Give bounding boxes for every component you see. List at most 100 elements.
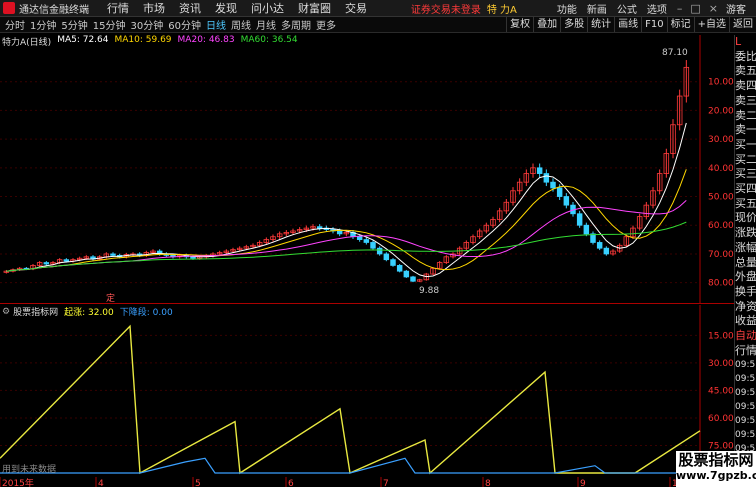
menu-options[interactable]: 选项 bbox=[647, 1, 667, 16]
candle-body bbox=[376, 247, 383, 255]
period-multi[interactable]: 多周期 bbox=[281, 17, 311, 32]
date-label: 9 bbox=[580, 479, 586, 487]
tool-stats[interactable]: 统计 bbox=[587, 17, 614, 32]
indicator-y-tick-label: 30.00 bbox=[708, 359, 734, 369]
main-y-tick-label: 40.00 bbox=[708, 164, 734, 174]
candle-body bbox=[576, 213, 583, 226]
period-30min[interactable]: 30分钟 bbox=[130, 17, 163, 32]
app-title: 通达信金融终端 bbox=[19, 4, 89, 16]
indicator-chart[interactable]: 75.00 60.00 45.00 30.00 15.00 用到未来数据 bbox=[0, 305, 734, 477]
quote-field-label: L bbox=[735, 35, 742, 48]
minimize-button[interactable]: – bbox=[677, 2, 683, 15]
main-y-tick-label: 50.00 bbox=[708, 193, 734, 203]
marker-label: 定 bbox=[106, 292, 115, 303]
indicator-y-tick-label: 15.00 bbox=[708, 331, 734, 341]
quote-field-label: 收益 bbox=[735, 314, 756, 328]
menu-formula[interactable]: 公式 bbox=[617, 1, 637, 16]
trade-time: 09:51 bbox=[735, 360, 756, 371]
close-button[interactable]: × bbox=[709, 2, 718, 15]
menu-market[interactable]: 市场 bbox=[143, 0, 165, 16]
candle-body bbox=[410, 276, 416, 282]
candle-body bbox=[603, 247, 610, 255]
candle-body bbox=[583, 224, 590, 235]
tool-back[interactable]: 返回 bbox=[729, 17, 756, 32]
menu-function[interactable]: 功能 bbox=[557, 1, 577, 16]
maximize-button[interactable]: □ bbox=[690, 2, 700, 15]
menu-wealth[interactable]: 财富圈 bbox=[298, 0, 331, 16]
date-label: 6 bbox=[288, 479, 294, 487]
date-label: 4 bbox=[98, 479, 104, 487]
tool-multi-stock[interactable]: 多股 bbox=[560, 17, 587, 32]
quote-field-label: 涨跌 bbox=[735, 226, 756, 240]
quote-field-label: 卖三 bbox=[735, 93, 756, 107]
quote-field-label: 买三 bbox=[735, 167, 756, 181]
guest-label[interactable]: 游客 bbox=[726, 1, 746, 16]
watermark-title: 股票指标网 bbox=[678, 451, 754, 469]
quote-field-label: 卖五 bbox=[735, 64, 756, 78]
period-intraday[interactable]: 分时 bbox=[5, 17, 25, 32]
trade-time: 09:52 bbox=[735, 416, 756, 427]
top-menu-bar: 通达信金融终端 行情 市场 资讯 发现 问小达 财富圈 交易 证券交易未登录 特… bbox=[0, 0, 756, 17]
candle-body bbox=[316, 226, 323, 229]
app-logo-icon bbox=[3, 2, 15, 14]
quote-field-label: 卖二 bbox=[735, 108, 756, 122]
period-more[interactable]: 更多 bbox=[316, 17, 336, 32]
tool-adjust[interactable]: 复权 bbox=[506, 17, 533, 32]
candle-body bbox=[543, 173, 550, 183]
main-y-tick-label: 10.00 bbox=[708, 78, 734, 88]
candle-body bbox=[550, 181, 556, 189]
tool-mark[interactable]: 标记 bbox=[666, 17, 694, 32]
indicator-y-tick-label: 75.00 bbox=[708, 441, 734, 451]
tool-f10[interactable]: F10 bbox=[641, 17, 666, 32]
quote-field-label: 卖四 bbox=[735, 79, 756, 93]
stock-name-top: 特 力A bbox=[486, 4, 517, 16]
candlestick-chart[interactable]: 80.00 70.00 60.00 50.00 40.00 30.00 20.00 10.00… bbox=[0, 35, 734, 303]
date-axis: 2015年45678910 bbox=[0, 477, 734, 487]
quote-field-label: 买四 bbox=[735, 182, 756, 196]
menu-new-draw[interactable]: 新画 bbox=[587, 1, 607, 16]
period-weekly[interactable]: 周线 bbox=[231, 17, 251, 32]
low-price-label: 9.88 bbox=[419, 286, 439, 296]
menu-ask[interactable]: 问小达 bbox=[251, 0, 284, 16]
trade-time: 09:52 bbox=[735, 402, 756, 413]
quote-field-label: 卖一 bbox=[735, 123, 756, 137]
period-15min[interactable]: 15分钟 bbox=[93, 17, 126, 32]
candle-body bbox=[356, 236, 363, 240]
main-y-tick-label: 80.00 bbox=[708, 279, 734, 289]
period-daily[interactable]: 日线 bbox=[206, 17, 226, 32]
date-label: 8 bbox=[485, 479, 491, 487]
watermark-url: www.7gpzb.com bbox=[676, 469, 756, 482]
candle-body bbox=[43, 262, 50, 265]
main-y-tick-label: 20.00 bbox=[708, 106, 734, 116]
date-label: 5 bbox=[195, 479, 201, 487]
quote-field-label: 换手 bbox=[735, 284, 756, 298]
candle-body bbox=[370, 242, 376, 249]
trade-time: 09:51 bbox=[735, 374, 756, 385]
period-60min[interactable]: 60分钟 bbox=[168, 17, 201, 32]
trade-time: 09:52 bbox=[735, 430, 756, 441]
period-5min[interactable]: 5分钟 bbox=[61, 17, 87, 32]
quote-field-label: 买二 bbox=[735, 152, 756, 166]
date-label: 2015年 bbox=[2, 477, 34, 487]
candle-body bbox=[563, 196, 570, 206]
menu-news[interactable]: 资讯 bbox=[179, 0, 201, 16]
candle-body bbox=[390, 259, 396, 266]
tool-draw-line[interactable]: 画线 bbox=[614, 17, 641, 32]
period-monthly[interactable]: 月线 bbox=[256, 17, 276, 32]
tool-overlay[interactable]: 叠加 bbox=[533, 17, 560, 32]
period-1min[interactable]: 1分钟 bbox=[30, 17, 56, 32]
quote-field-label: 行情 bbox=[735, 343, 756, 357]
quote-field-label: 买一 bbox=[735, 137, 756, 151]
menu-trade[interactable]: 交易 bbox=[345, 0, 367, 16]
login-status[interactable]: 证券交易未登录 bbox=[411, 1, 481, 16]
menu-discover[interactable]: 发现 bbox=[215, 0, 237, 16]
candle-body bbox=[63, 259, 70, 262]
tool-add-watchlist[interactable]: +自选 bbox=[693, 17, 729, 32]
indicator-grid bbox=[0, 305, 701, 477]
quote-field-label: 现价 bbox=[735, 211, 756, 225]
candles bbox=[3, 60, 690, 283]
future-data-note: 用到未来数据 bbox=[2, 463, 56, 475]
candle-body bbox=[363, 239, 370, 243]
trade-time: 09:52 bbox=[735, 388, 756, 399]
menu-quotes[interactable]: 行情 bbox=[107, 0, 129, 16]
